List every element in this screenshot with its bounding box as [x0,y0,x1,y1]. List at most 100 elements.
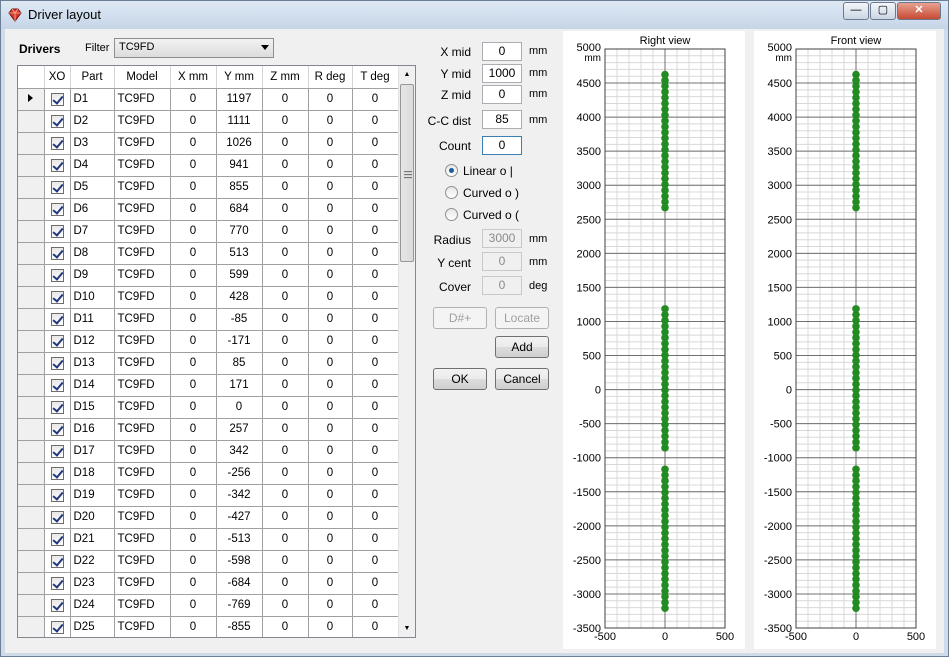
z-cell[interactable]: 0 [262,352,309,375]
y-cell[interactable]: 941 [216,154,263,177]
t-cell[interactable]: 0 [352,616,399,637]
part-cell[interactable]: D12 [70,330,115,353]
t-cell[interactable]: 0 [352,462,399,485]
cover-field[interactable]: 0 [482,276,522,295]
xo-cell[interactable] [44,572,71,595]
xo-cell[interactable] [44,506,71,529]
row-header[interactable] [18,528,45,551]
xo-cell[interactable] [44,264,71,287]
row-header[interactable] [18,462,45,485]
r-cell[interactable]: 0 [308,264,353,287]
checkbox-checked-icon[interactable] [50,158,64,172]
x-cell[interactable]: 0 [170,528,217,551]
checkbox-checked-icon[interactable] [50,224,64,238]
scroll-thumb[interactable]: — — — [400,84,414,262]
t-cell[interactable]: 0 [352,110,399,133]
row-header[interactable] [18,572,45,595]
row-header[interactable] [18,220,45,243]
z-cell[interactable]: 0 [262,330,309,353]
row-header[interactable] [18,440,45,463]
model-cell[interactable]: TC9FD [114,88,171,111]
r-cell[interactable]: 0 [308,462,353,485]
checkbox-checked-icon[interactable] [50,422,64,436]
t-cell[interactable]: 0 [352,264,399,287]
row-header[interactable] [18,374,45,397]
t-cell[interactable]: 0 [352,528,399,551]
cancel-button[interactable]: Cancel [495,368,549,390]
table-row[interactable]: D25 TC9FD 0 -855 0 0 0 [18,616,399,637]
xo-cell[interactable] [44,308,71,331]
x-cell[interactable]: 0 [170,220,217,243]
z-cell[interactable]: 0 [262,396,309,419]
z-cell[interactable]: 0 [262,506,309,529]
model-cell[interactable]: TC9FD [114,176,171,199]
part-cell[interactable]: D15 [70,396,115,419]
model-cell[interactable]: TC9FD [114,308,171,331]
xo-cell[interactable] [44,198,71,221]
column-header[interactable]: R deg [308,66,353,89]
checkbox-checked-icon[interactable] [50,554,64,568]
x-cell[interactable]: 0 [170,418,217,441]
x-cell[interactable]: 0 [170,308,217,331]
z-cell[interactable]: 0 [262,572,309,595]
y-cell[interactable]: -598 [216,550,263,573]
part-cell[interactable]: D4 [70,154,115,177]
xo-cell[interactable] [44,132,71,155]
r-cell[interactable]: 0 [308,110,353,133]
y-cell[interactable]: -171 [216,330,263,353]
r-cell[interactable]: 0 [308,198,353,221]
table-row[interactable]: D19 TC9FD 0 -342 0 0 0 [18,484,399,507]
row-header[interactable] [18,264,45,287]
model-cell[interactable]: TC9FD [114,550,171,573]
column-header[interactable]: T deg [352,66,399,89]
table-row[interactable]: D1 TC9FD 0 1197 0 0 0 [18,88,399,111]
model-cell[interactable]: TC9FD [114,462,171,485]
column-header[interactable]: Z mm [262,66,309,89]
row-header[interactable] [18,594,45,617]
xo-cell[interactable] [44,286,71,309]
z-cell[interactable]: 0 [262,220,309,243]
column-header[interactable]: X mm [170,66,217,89]
checkbox-checked-icon[interactable] [50,136,64,150]
t-cell[interactable]: 0 [352,286,399,309]
y-cell[interactable]: 513 [216,242,263,265]
y-cell[interactable]: 855 [216,176,263,199]
z-cell[interactable]: 0 [262,550,309,573]
part-cell[interactable]: D20 [70,506,115,529]
z-cell[interactable]: 0 [262,198,309,221]
checkbox-checked-icon[interactable] [50,268,64,282]
x-cell[interactable]: 0 [170,198,217,221]
xo-cell[interactable] [44,440,71,463]
r-cell[interactable]: 0 [308,374,353,397]
model-cell[interactable]: TC9FD [114,286,171,309]
model-cell[interactable]: TC9FD [114,242,171,265]
x-cell[interactable]: 0 [170,330,217,353]
r-cell[interactable]: 0 [308,154,353,177]
model-cell[interactable]: TC9FD [114,528,171,551]
checkbox-checked-icon[interactable] [50,620,64,634]
z-cell[interactable]: 0 [262,154,309,177]
table-row[interactable]: D6 TC9FD 0 684 0 0 0 [18,198,399,221]
r-cell[interactable]: 0 [308,132,353,155]
table-row[interactable]: D13 TC9FD 0 85 0 0 0 [18,352,399,375]
model-cell[interactable]: TC9FD [114,374,171,397]
part-cell[interactable]: D13 [70,352,115,375]
title-bar[interactable]: Driver layout — ▢ ✕ [1,1,948,29]
y-cell[interactable]: 0 [216,396,263,419]
part-cell[interactable]: D17 [70,440,115,463]
checkbox-checked-icon[interactable] [50,576,64,590]
checkbox-checked-icon[interactable] [50,246,64,260]
checkbox-checked-icon[interactable] [50,290,64,304]
checkbox-checked-icon[interactable] [50,466,64,480]
checkbox-checked-icon[interactable] [50,356,64,370]
x-cell[interactable]: 0 [170,550,217,573]
xo-cell[interactable] [44,176,71,199]
z-cell[interactable]: 0 [262,462,309,485]
part-cell[interactable]: D6 [70,198,115,221]
y-cell[interactable]: 684 [216,198,263,221]
t-cell[interactable]: 0 [352,330,399,353]
row-header[interactable] [18,418,45,441]
row-header[interactable] [18,286,45,309]
xo-cell[interactable] [44,484,71,507]
table-row[interactable]: D4 TC9FD 0 941 0 0 0 [18,154,399,177]
